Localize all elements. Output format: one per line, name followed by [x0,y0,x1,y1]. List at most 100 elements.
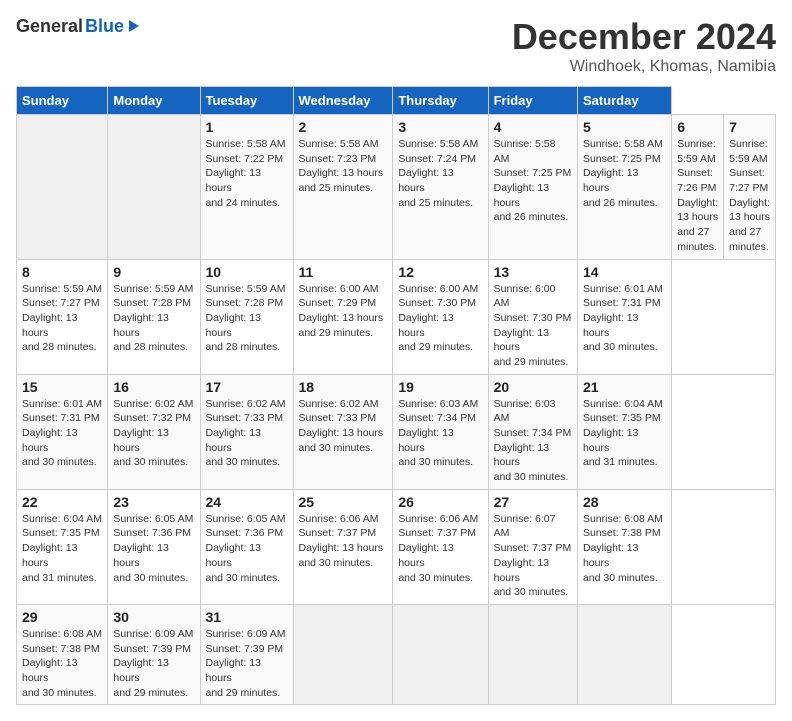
calendar-cell: 29 Sunrise: 6:08 AM Sunset: 7:38 PM Dayli… [17,604,108,704]
day-number: 8 [22,264,102,280]
calendar-cell: 25Sunrise: 6:06 AM Sunset: 7:37 PM Dayli… [293,489,393,604]
column-header-friday: Friday [488,87,577,115]
calendar-cell: 16 Sunrise: 6:02 AM Sunset: 7:32 PM Dayli… [108,374,200,489]
day-number: 21 [583,379,666,395]
column-header-thursday: Thursday [393,87,488,115]
day-number: 19 [398,379,482,395]
calendar-cell: 4 Sunrise: 5:58 AM Sunset: 7:25 PM Daylig… [488,115,577,260]
day-number: 28 [583,494,666,510]
week-row-4: 22Sunrise: 6:04 AM Sunset: 7:35 PM Dayli… [17,489,776,604]
day-number: 25 [299,494,388,510]
day-number: 16 [113,379,194,395]
column-header-sunday: Sunday [17,87,108,115]
calendar-cell [108,115,200,260]
week-row-1: 1 Sunrise: 5:58 AM Sunset: 7:22 PM Daylig… [17,115,776,260]
calendar-cell: 12 Sunrise: 6:00 AM Sunset: 7:30 PM Dayli… [393,259,488,374]
day-number: 9 [113,264,194,280]
day-number: 15 [22,379,102,395]
calendar-cell: 9Sunrise: 5:59 AM Sunset: 7:28 PM Daylig… [108,259,200,374]
month-title: December 2024 [512,16,776,58]
cell-details: Sunrise: 5:59 AM Sunset: 7:26 PM Dayligh… [677,137,718,255]
title-block: December 2024 Windhoek, Khomas, Namibia [512,16,776,76]
calendar-cell: 5 Sunrise: 5:58 AM Sunset: 7:25 PM Daylig… [577,115,671,260]
cell-details: Sunrise: 6:08 AM Sunset: 7:38 PM Dayligh… [583,512,666,585]
calendar-cell [293,604,393,704]
calendar-cell [577,604,671,704]
cell-details: Sunrise: 6:03 AM Sunset: 7:34 PM Dayligh… [398,397,482,470]
calendar-cell: 2Sunrise: 5:58 AM Sunset: 7:23 PM Daylig… [293,115,393,260]
calendar-cell: 11 Sunrise: 6:00 AM Sunset: 7:29 PM Dayli… [293,259,393,374]
column-header-wednesday: Wednesday [293,87,393,115]
calendar-cell: 1 Sunrise: 5:58 AM Sunset: 7:22 PM Daylig… [200,115,293,260]
calendar-cell: 10 Sunrise: 5:59 AM Sunset: 7:28 PM Dayli… [200,259,293,374]
cell-details: Sunrise: 5:58 AM Sunset: 7:22 PM Dayligh… [206,137,288,210]
calendar-cell: 8Sunrise: 5:59 AM Sunset: 7:27 PM Daylig… [17,259,108,374]
cell-details: Sunrise: 6:04 AM Sunset: 7:35 PM Dayligh… [583,397,666,470]
day-number: 1 [206,119,288,135]
day-number: 31 [206,609,288,625]
cell-details: Sunrise: 5:58 AM Sunset: 7:24 PM Dayligh… [398,137,482,210]
column-header-saturday: Saturday [577,87,671,115]
day-number: 11 [299,264,388,280]
calendar-cell: 30 Sunrise: 6:09 AM Sunset: 7:39 PM Dayli… [108,604,200,704]
calendar-cell: 28 Sunrise: 6:08 AM Sunset: 7:38 PM Dayli… [577,489,671,604]
cell-details: Sunrise: 6:01 AM Sunset: 7:31 PM Dayligh… [583,282,666,355]
cell-details: Sunrise: 5:58 AM Sunset: 7:25 PM Dayligh… [494,137,572,225]
day-number: 12 [398,264,482,280]
calendar-cell: 27 Sunrise: 6:07 AM Sunset: 7:37 PM Dayli… [488,489,577,604]
cell-details: Sunrise: 6:09 AM Sunset: 7:39 PM Dayligh… [113,627,194,700]
calendar-cell: 22Sunrise: 6:04 AM Sunset: 7:35 PM Dayli… [17,489,108,604]
cell-details: Sunrise: 6:05 AM Sunset: 7:36 PM Dayligh… [113,512,194,585]
day-number: 13 [494,264,572,280]
cell-details: Sunrise: 6:00 AM Sunset: 7:30 PM Dayligh… [494,282,572,370]
calendar-cell: 26 Sunrise: 6:06 AM Sunset: 7:37 PM Dayli… [393,489,488,604]
day-number: 24 [206,494,288,510]
column-header-monday: Monday [108,87,200,115]
day-number: 20 [494,379,572,395]
cell-details: Sunrise: 6:02 AM Sunset: 7:33 PM Dayligh… [206,397,288,470]
cell-details: Sunrise: 6:02 AM Sunset: 7:32 PM Dayligh… [113,397,194,470]
day-number: 4 [494,119,572,135]
cell-details: Sunrise: 5:58 AM Sunset: 7:25 PM Dayligh… [583,137,666,210]
calendar-cell: 18Sunrise: 6:02 AM Sunset: 7:33 PM Dayli… [293,374,393,489]
calendar-cell: 7Sunrise: 5:59 AM Sunset: 7:27 PM Daylig… [724,115,776,260]
week-row-2: 8Sunrise: 5:59 AM Sunset: 7:27 PM Daylig… [17,259,776,374]
day-number: 18 [299,379,388,395]
cell-details: Sunrise: 6:06 AM Sunset: 7:37 PM Dayligh… [398,512,482,585]
calendar-cell: 3 Sunrise: 5:58 AM Sunset: 7:24 PM Daylig… [393,115,488,260]
day-number: 14 [583,264,666,280]
calendar-cell: 15Sunrise: 6:01 AM Sunset: 7:31 PM Dayli… [17,374,108,489]
cell-details: Sunrise: 6:03 AM Sunset: 7:34 PM Dayligh… [494,397,572,485]
cell-details: Sunrise: 6:00 AM Sunset: 7:30 PM Dayligh… [398,282,482,355]
cell-details: Sunrise: 5:59 AM Sunset: 7:28 PM Dayligh… [206,282,288,355]
day-number: 17 [206,379,288,395]
calendar-cell: 24 Sunrise: 6:05 AM Sunset: 7:36 PM Dayli… [200,489,293,604]
day-number: 5 [583,119,666,135]
cell-details: Sunrise: 6:09 AM Sunset: 7:39 PM Dayligh… [206,627,288,700]
column-header-tuesday: Tuesday [200,87,293,115]
logo: General Blue [16,16,139,37]
cell-details: Sunrise: 6:08 AM Sunset: 7:38 PM Dayligh… [22,627,102,700]
day-number: 7 [729,119,770,135]
day-number: 3 [398,119,482,135]
day-number: 27 [494,494,572,510]
day-number: 23 [113,494,194,510]
logo-general-text: General [16,16,83,37]
calendar-cell: 17 Sunrise: 6:02 AM Sunset: 7:33 PM Dayli… [200,374,293,489]
day-number: 30 [113,609,194,625]
calendar-cell [17,115,108,260]
calendar-cell: 21 Sunrise: 6:04 AM Sunset: 7:35 PM Dayli… [577,374,671,489]
week-row-5: 29 Sunrise: 6:08 AM Sunset: 7:38 PM Dayli… [17,604,776,704]
location-subtitle: Windhoek, Khomas, Namibia [512,58,776,76]
cell-details: Sunrise: 6:05 AM Sunset: 7:36 PM Dayligh… [206,512,288,585]
cell-details: Sunrise: 6:00 AM Sunset: 7:29 PM Dayligh… [299,282,388,341]
calendar-table: SundayMondayTuesdayWednesdayThursdayFrid… [16,86,776,705]
day-number: 10 [206,264,288,280]
cell-details: Sunrise: 6:07 AM Sunset: 7:37 PM Dayligh… [494,512,572,600]
day-number: 2 [299,119,388,135]
day-number: 26 [398,494,482,510]
calendar-cell: 19 Sunrise: 6:03 AM Sunset: 7:34 PM Dayli… [393,374,488,489]
day-number: 29 [22,609,102,625]
calendar-cell: 13 Sunrise: 6:00 AM Sunset: 7:30 PM Dayli… [488,259,577,374]
calendar-cell: 14 Sunrise: 6:01 AM Sunset: 7:31 PM Dayli… [577,259,671,374]
